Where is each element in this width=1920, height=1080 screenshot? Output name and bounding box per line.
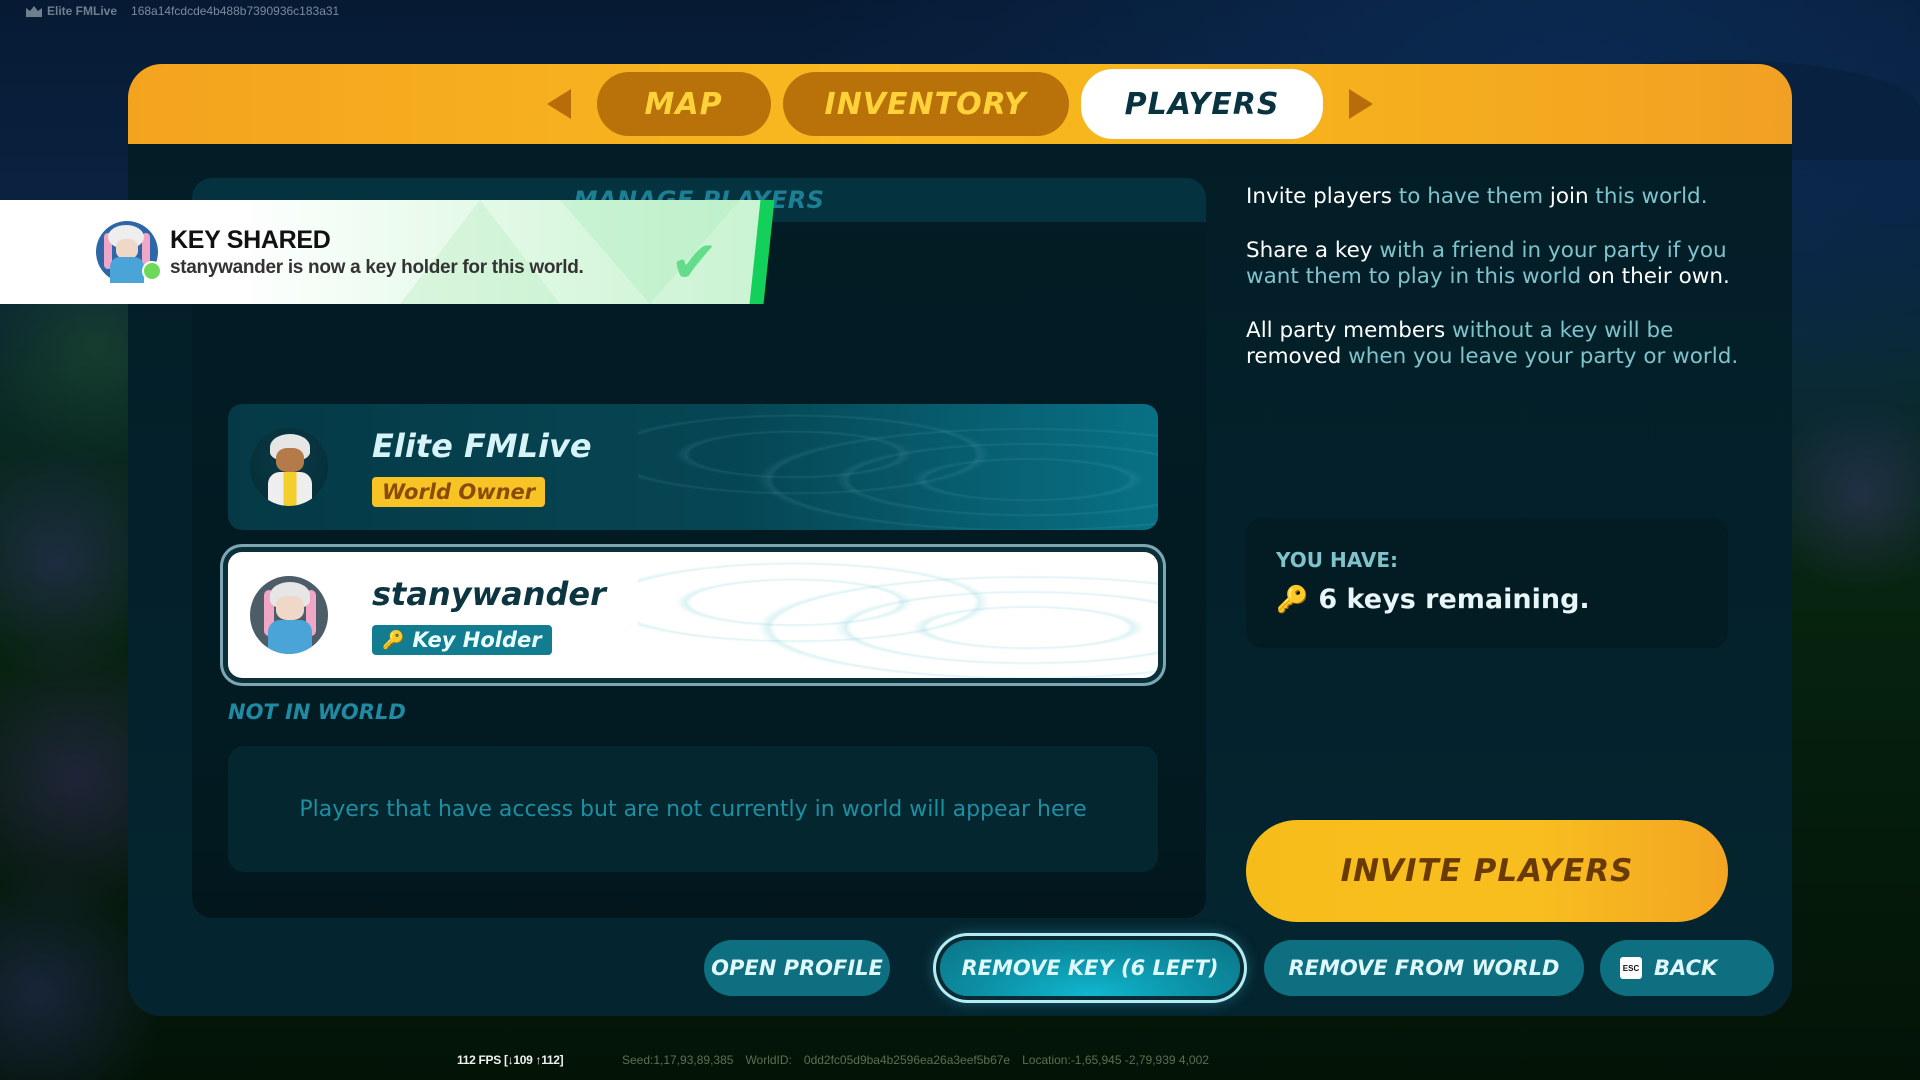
contour-pattern [638,404,1158,530]
overlay-session-id: 168a14fcdcde4b488b7390936c183a31 [131,4,340,18]
online-status-dot [142,261,162,281]
player-card-key-holder[interactable]: stanywander 🔑 Key Holder [228,552,1158,678]
avatar [250,428,328,506]
role-badge-key-holder: 🔑 Key Holder [372,625,552,655]
not-in-world-label: NOT IN WORLD [228,700,406,724]
toast-message: stanywander is now a key holder for this… [170,256,584,278]
info-text: to have them [1391,184,1550,209]
world-stats: Seed:1,17,93,89,385 WorldID: 0dd2fc05d9b… [622,1053,1209,1067]
world-id-label: WorldID: [745,1053,792,1067]
tab-map[interactable]: MAP [596,72,771,136]
open-profile-button[interactable]: OPEN PROFILE [704,940,890,996]
triangle-right-icon[interactable] [1349,89,1374,119]
avatar [250,576,328,654]
seed: Seed:1,17,93,89,385 [622,1053,734,1067]
key-icon: 🔑 [382,629,405,651]
tab-inventory[interactable]: INVENTORY [782,72,1069,136]
world-id: 0dd2fc05d9ba4b2596ea26a3eef5b67e [803,1053,1011,1067]
remove-from-world-button[interactable]: REMOVE FROM WORLD [1264,940,1584,996]
overlay-username: Elite FMLive [47,4,118,18]
crown-icon [26,6,42,17]
info-text-highlight: All party members [1246,318,1446,343]
player-name: stanywander [372,575,606,613]
tab-bar: MAP INVENTORY PLAYERS [128,64,1792,144]
info-text-highlight: Share a key [1246,238,1373,263]
info-text: without a key will be [1445,318,1674,343]
triangle-left-icon[interactable] [546,89,571,119]
checkmark-icon: ✔ [670,228,719,296]
back-button[interactable]: ESC BACK [1600,940,1774,996]
player-name: Elite FMLive [372,427,592,465]
role-badge-world-owner: World Owner [372,477,546,507]
remove-key-button[interactable]: REMOVE KEY (6 LEFT) [940,940,1240,996]
esc-key-icon: ESC [1620,957,1642,979]
not-in-world-empty-state: Players that have access but are not cur… [228,746,1158,872]
keys-label: YOU HAVE: [1276,548,1398,572]
player-card-owner[interactable]: Elite FMLive World Owner [228,404,1158,530]
keys-remaining-text: 6 keys remaining. [1318,584,1590,615]
top-debug-overlay: Elite FMLive 168a14fcdcde4b488b7390936c1… [26,4,339,18]
info-paragraph-removal: All party members without a key will be … [1246,318,1746,370]
overlay-user: Elite FMLive [26,4,117,18]
invite-players-button[interactable]: INVITE PLAYERS [1246,820,1728,922]
players-info: Invite players to have them join this wo… [1246,184,1746,398]
info-text-highlight: join [1549,184,1589,209]
info-paragraph-invite: Invite players to have them join this wo… [1246,184,1746,210]
info-text-highlight: removed [1246,344,1342,369]
toast-title: KEY SHARED [170,225,331,254]
info-text-highlight: on their own. [1588,264,1730,289]
info-paragraph-share-key: Share a key with a friend in your party … [1246,238,1746,290]
info-text-highlight: Invite players [1246,184,1392,209]
key-icon: 🔑 [1276,584,1309,614]
keys-remaining-box: YOU HAVE: 🔑 6 keys remaining. [1246,518,1728,648]
info-text: this world. [1588,184,1708,209]
info-text: when you leave your party or world. [1341,344,1739,369]
toast-avatar [96,221,162,283]
location: Location:-1,65,945 -2,79,939 4,002 [1022,1053,1209,1067]
tab-players[interactable]: PLAYERS [1080,69,1324,139]
fps-counter: 112 FPS [↓109 ↑112] [457,1053,564,1067]
key-shared-toast: KEY SHARED stanywander is now a key hold… [0,200,770,304]
contour-pattern [638,552,1158,678]
